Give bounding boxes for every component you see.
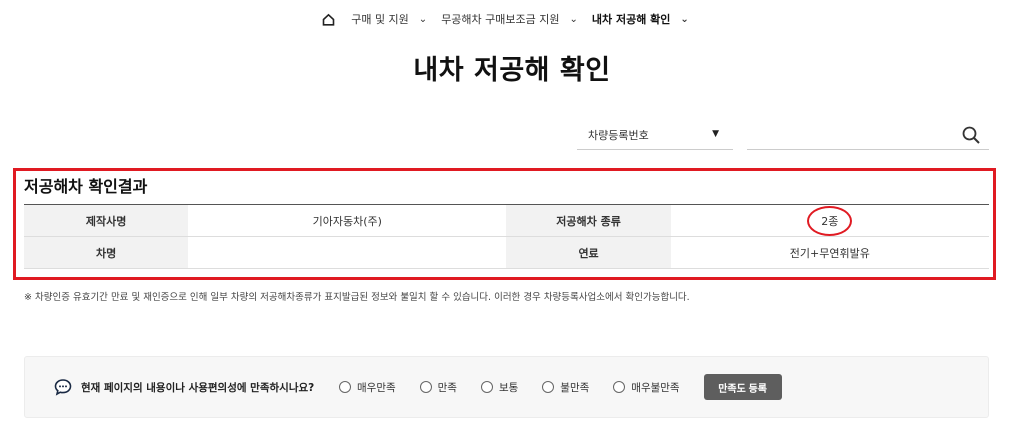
radio-button[interactable]: [613, 381, 626, 393]
option-label: 매우만족: [357, 381, 396, 394]
table-header-cell: 제작사명: [24, 204, 189, 237]
submit-survey-button[interactable]: 만족도 등록: [703, 374, 782, 400]
radio-button[interactable]: [339, 381, 351, 393]
notice-text: ※ 차량인증 유효기간 만료 및 재인증으로 인해 일부 차량의 저공해차종류가…: [24, 292, 690, 303]
table-row: 차명 연료 전기+무연휘발유: [24, 236, 989, 269]
search-icon[interactable]: [961, 125, 981, 145]
result-table: 제작사명 기아자동차(주) 저공해차 종류 2종 차명 연료 전기+무연휘발유: [24, 204, 989, 269]
option-label: 만족: [437, 381, 457, 394]
option-neutral[interactable]: 보통: [480, 380, 519, 395]
option-label: 보통: [498, 381, 519, 394]
table-row: 제작사명 기아자동차(주) 저공해차 종류 2종: [24, 204, 989, 237]
result-title: 저공해차 확인결과: [24, 177, 148, 196]
chat-bubble-icon: [54, 378, 72, 396]
table-value-cell: 전기+무연휘발유: [670, 236, 989, 269]
chevron-down-icon[interactable]: ⌄: [570, 14, 578, 25]
search-type-select[interactable]: 차량등록번호 ▼: [577, 120, 733, 150]
search-field: [747, 120, 989, 150]
table-header-cell: 연료: [506, 236, 671, 269]
option-label: 불만족: [560, 381, 590, 394]
search-type-value: 차량등록번호: [588, 128, 649, 142]
radio-button[interactable]: [542, 381, 555, 393]
search-input[interactable]: [747, 120, 947, 148]
page-title: 내차 저공해 확인: [413, 55, 611, 86]
chevron-down-icon[interactable]: ⌄: [419, 14, 427, 25]
breadcrumb: 구매 및 지원 ⌄ 무공해차 구매보조금 지원 ⌄ 내차 저공해 확인 ⌄: [0, 10, 1024, 28]
satisfaction-survey: 현재 페이지의 내용이나 사용편의성에 만족하시나요? 매우만족 만족 보통 불…: [24, 356, 989, 418]
breadcrumb-item-purchase-support[interactable]: 구매 및 지원 ⌄: [351, 11, 427, 27]
caret-down-icon[interactable]: ▼: [712, 129, 719, 139]
chevron-down-icon[interactable]: ⌄: [680, 14, 688, 25]
table-header-cell: 차명: [24, 236, 189, 269]
table-value-cell: [188, 236, 507, 269]
home-icon[interactable]: [321, 12, 335, 26]
survey-question: 현재 페이지의 내용이나 사용편의성에 만족하시나요?: [81, 381, 315, 394]
table-value-cell: 2종: [670, 204, 989, 237]
radio-button[interactable]: [480, 381, 493, 393]
table-value-cell: 기아자동차(주): [188, 204, 507, 237]
radio-button[interactable]: [419, 381, 432, 393]
option-dissatisfied[interactable]: 불만족: [542, 380, 589, 395]
option-very-dissatisfied[interactable]: 매우불만족: [613, 380, 680, 395]
option-satisfied[interactable]: 만족: [419, 380, 457, 395]
emission-class-value: 2종: [807, 205, 853, 236]
breadcrumb-label: 내차 저공해 확인: [591, 13, 671, 26]
option-very-satisfied[interactable]: 매우만족: [339, 380, 396, 395]
breadcrumb-label: 구매 및 지원: [351, 13, 409, 26]
breadcrumb-item-current[interactable]: 내차 저공해 확인 ⌄: [592, 11, 689, 27]
option-label: 매우불만족: [631, 381, 680, 394]
table-header-cell: 저공해차 종류: [506, 204, 671, 237]
breadcrumb-item-subsidy[interactable]: 무공해차 구매보조금 지원 ⌄: [441, 11, 578, 27]
breadcrumb-label: 무공해차 구매보조금 지원: [441, 13, 560, 26]
